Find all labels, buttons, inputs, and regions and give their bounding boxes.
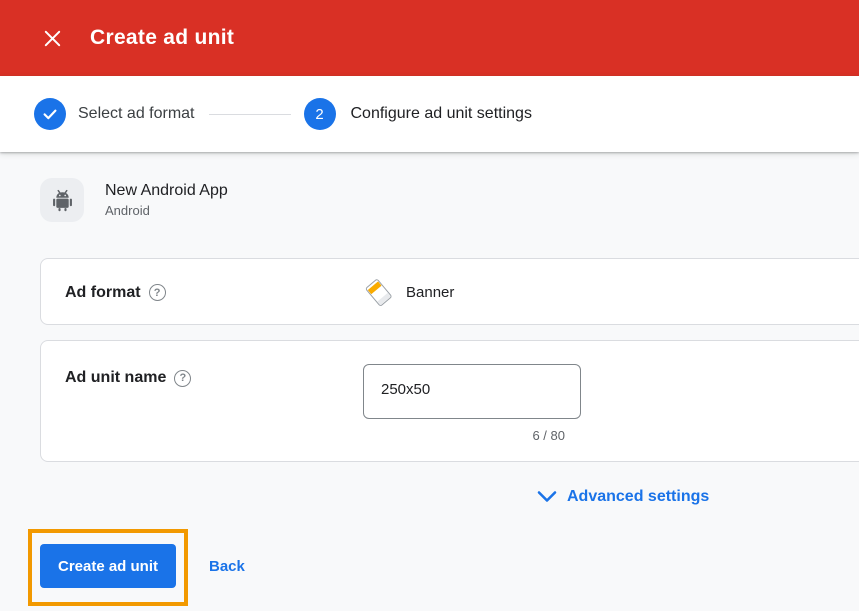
advanced-settings-toggle[interactable]: Advanced settings <box>536 488 709 506</box>
ad-format-card: Ad format ? Banner <box>40 258 859 325</box>
ad-unit-name-label: Ad unit name <box>65 369 166 387</box>
android-icon <box>40 178 84 222</box>
step-configure-ad-unit-settings[interactable]: 2 Configure ad unit settings <box>304 98 532 130</box>
create-ad-unit-button[interactable]: Create ad unit <box>40 544 176 588</box>
step-select-ad-format[interactable]: Select ad format <box>34 98 195 130</box>
help-icon[interactable]: ? <box>174 370 191 387</box>
app-info: New Android App Android <box>40 178 228 222</box>
stepper: Select ad format 2 Configure ad unit set… <box>0 76 859 152</box>
help-icon[interactable]: ? <box>149 284 166 301</box>
ad-format-value-text: Banner <box>406 284 454 301</box>
page-title: Create ad unit <box>90 26 234 50</box>
app-name: New Android App <box>105 182 228 200</box>
back-link[interactable]: Back <box>209 558 245 575</box>
step-number-badge: 2 <box>304 98 336 130</box>
char-counter: 6 / 80 <box>363 428 581 443</box>
banner-icon <box>363 277 395 309</box>
ad-format-label: Ad format <box>65 284 141 302</box>
ad-unit-name-card: Ad unit name ? 6 / 80 <box>40 340 859 462</box>
dialog-header: Create ad unit <box>0 0 859 76</box>
step-label: Configure ad unit settings <box>351 105 532 123</box>
step-completed-check-icon <box>34 98 66 130</box>
step-label: Select ad format <box>78 105 195 123</box>
step-connector-line <box>209 114 291 115</box>
ad-format-value: Banner <box>363 259 454 326</box>
app-platform: Android <box>105 203 228 218</box>
highlight-annotation-box: Create ad unit <box>28 529 188 606</box>
ad-unit-name-input[interactable] <box>363 364 581 419</box>
chevron-down-icon <box>536 490 558 504</box>
advanced-settings-label: Advanced settings <box>567 488 709 506</box>
content-area: New Android App Android Ad format ? Bann… <box>0 152 859 611</box>
close-icon[interactable] <box>40 26 64 50</box>
